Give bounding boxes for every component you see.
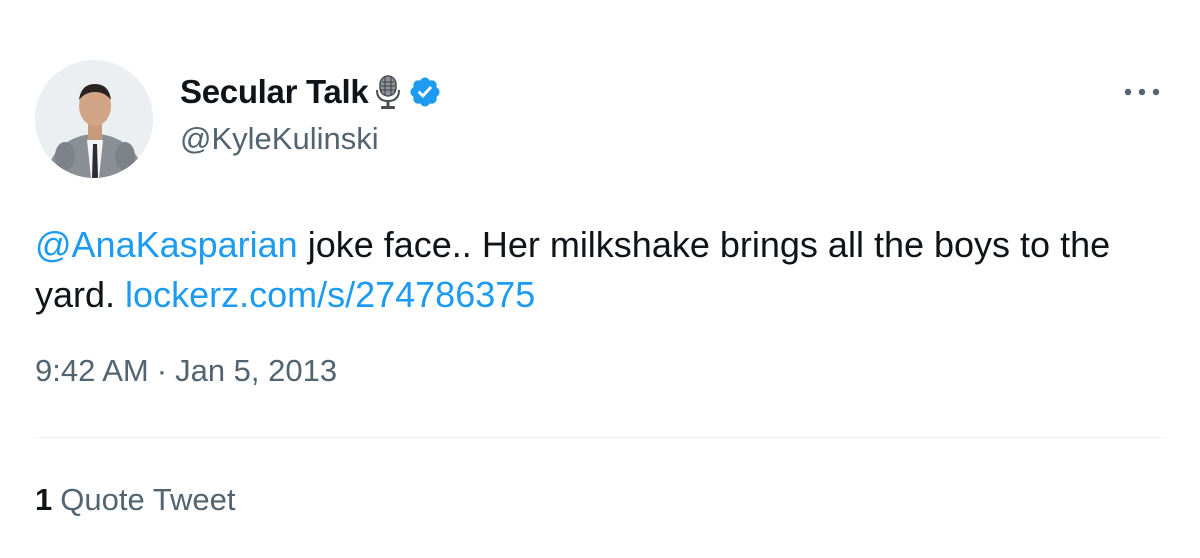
- quote-count: 1: [35, 482, 53, 517]
- microphone-icon: [374, 74, 402, 110]
- tweet-card: Secular Talk @KyleKulinski @AnaKasparian…: [0, 0, 1200, 558]
- tweet-time[interactable]: 9:42 AM: [35, 353, 149, 389]
- display-name[interactable]: Secular Talk: [180, 73, 369, 111]
- tweet-timestamp[interactable]: 9:42 AM · Jan 5, 2013: [35, 353, 337, 389]
- tweet-text: @AnaKasparian joke face.. Her milkshake …: [35, 220, 1175, 320]
- verified-badge-icon[interactable]: [408, 75, 442, 109]
- author-name-row[interactable]: Secular Talk: [180, 70, 442, 114]
- quote-tweets-stat[interactable]: 1 Quote Tweet: [35, 482, 235, 518]
- profile-photo-icon: [35, 60, 153, 178]
- timestamp-separator: ·: [156, 353, 168, 388]
- tweet-date[interactable]: Jan 5, 2013: [175, 353, 337, 389]
- mention-link[interactable]: @AnaKasparian: [35, 224, 298, 265]
- more-horizontal-icon: [1124, 88, 1160, 96]
- more-options-button[interactable]: [1118, 78, 1166, 106]
- avatar[interactable]: [35, 60, 153, 178]
- author-handle[interactable]: @KyleKulinski: [180, 121, 379, 157]
- external-link[interactable]: lockerz.com/s/274786375: [125, 274, 535, 315]
- divider: [35, 437, 1165, 438]
- quote-label: Quote Tweet: [60, 482, 236, 517]
